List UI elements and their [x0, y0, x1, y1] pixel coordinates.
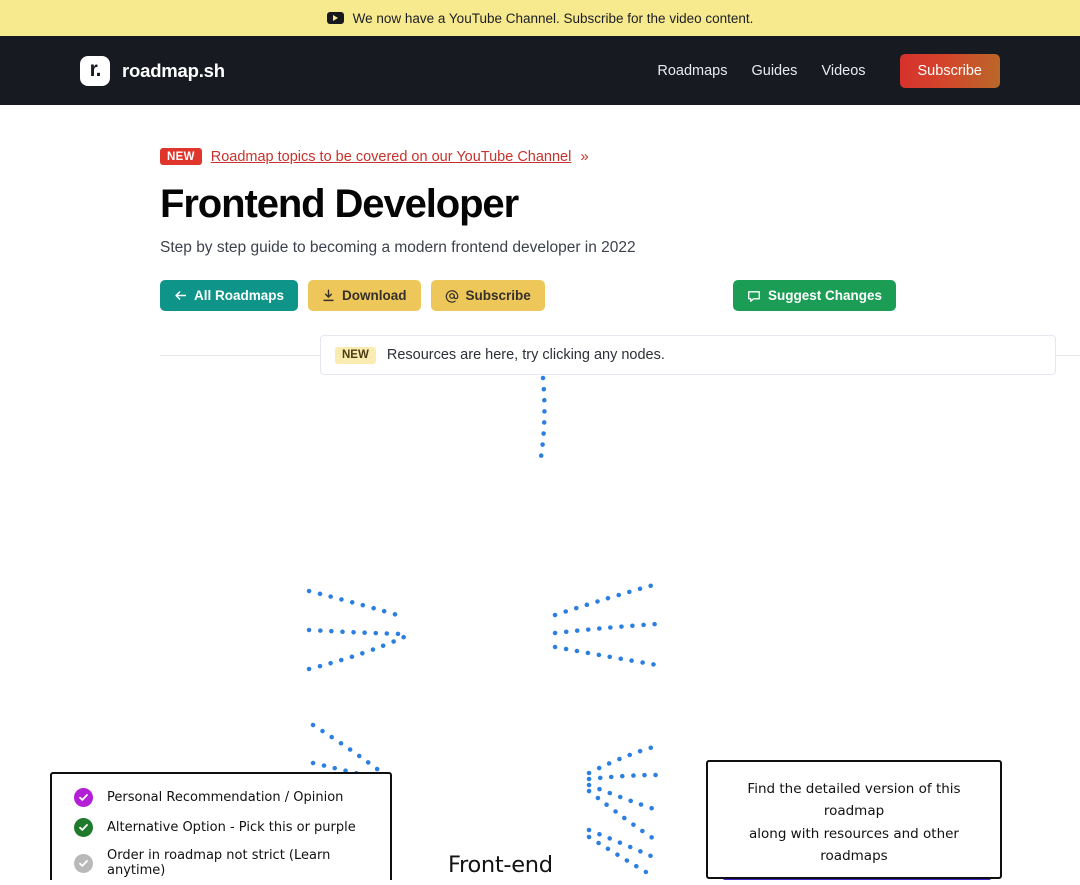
youtube-topics-link[interactable]: Roadmap topics to be covered on our YouT…: [211, 149, 572, 165]
announcement-text: We now have a YouTube Channel. Subscribe…: [352, 10, 754, 26]
nav-item-roadmaps[interactable]: Roadmaps: [657, 63, 727, 79]
detailed-version-box: Find the detailed version of this roadma…: [706, 760, 1002, 880]
header-subscribe-button[interactable]: Subscribe: [899, 53, 1000, 88]
check-gray-icon: [74, 853, 93, 873]
brand-link[interactable]: r. roadmap.sh: [80, 55, 225, 86]
download-button[interactable]: Download: [308, 280, 421, 311]
legend-label: Personal Recommendation / Opinion: [107, 790, 344, 805]
legend-item-order: Order in roadmap not strict (Learn anyti…: [74, 848, 390, 878]
chevron-right-icon[interactable]: »: [580, 148, 588, 165]
new-badge: NEW: [160, 148, 202, 165]
all-roadmaps-label: All Roadmaps: [194, 288, 285, 303]
legend-item-alternative: Alternative Option - Pick this or purple: [74, 818, 390, 837]
resources-banner-text: Resources are here, try clicking any nod…: [386, 347, 665, 363]
announcement-bar[interactable]: We now have a YouTube Channel. Subscribe…: [0, 0, 1080, 36]
new-announcement-line: NEW Roadmap topics to be covered on our …: [160, 105, 1080, 165]
legend-label: Order in roadmap not strict (Learn anyti…: [107, 848, 331, 878]
site-header: r. roadmap.sh Roadmaps Guides Videos Sub…: [0, 36, 1080, 105]
brand-name: roadmap.sh: [122, 59, 225, 81]
comment-icon: [747, 289, 761, 303]
roadmap-sh-link-button[interactable]: http∶//roadmap.sh: [722, 879, 992, 880]
page-intro: NEW Roadmap topics to be covered on our …: [0, 105, 1080, 375]
detailed-version-line1: Find the detailed version of this roadma…: [747, 781, 961, 820]
download-icon: [322, 289, 335, 302]
resources-new-badge: NEW: [335, 346, 376, 364]
roadmap-logo-icon: r.: [80, 55, 110, 86]
detailed-version-line2: along with resources and other roadmaps: [748, 825, 959, 864]
roadmap-root-title: Front-end: [448, 852, 553, 878]
main-nav: Roadmaps Guides Videos Subscribe: [657, 53, 1000, 88]
check-green-icon: [74, 818, 93, 837]
at-sign-icon: [445, 289, 459, 303]
check-purple-icon: [74, 788, 93, 807]
download-label: Download: [342, 288, 407, 303]
resources-banner-wrap: NEW Resources are here, try clicking any…: [160, 335, 1080, 375]
arrow-left-icon: [174, 289, 187, 302]
suggest-changes-label: Suggest Changes: [767, 288, 882, 303]
nav-item-videos[interactable]: Videos: [821, 63, 865, 79]
action-buttons: All Roadmaps Download Subscribe Suggest …: [160, 280, 896, 311]
subscribe-label: Subscribe: [465, 288, 531, 303]
page-title: Frontend Developer: [160, 182, 519, 226]
subscribe-button[interactable]: Subscribe: [430, 280, 545, 311]
legend-label: Alternative Option - Pick this or purple: [107, 820, 356, 835]
all-roadmaps-button[interactable]: All Roadmaps: [160, 280, 299, 311]
roadmap-canvas[interactable]: Personal Recommendation / Opinion Altern…: [0, 375, 1080, 880]
resources-banner[interactable]: NEW Resources are here, try clicking any…: [320, 335, 1056, 375]
legend-item-personal: Personal Recommendation / Opinion: [74, 788, 390, 807]
page-subtitle: Step by step guide to becoming a modern …: [160, 239, 636, 256]
youtube-play-icon: [326, 12, 344, 24]
nav-item-guides[interactable]: Guides: [751, 63, 797, 79]
suggest-changes-button[interactable]: Suggest Changes: [732, 280, 896, 311]
legend-box: Personal Recommendation / Opinion Altern…: [50, 772, 392, 880]
